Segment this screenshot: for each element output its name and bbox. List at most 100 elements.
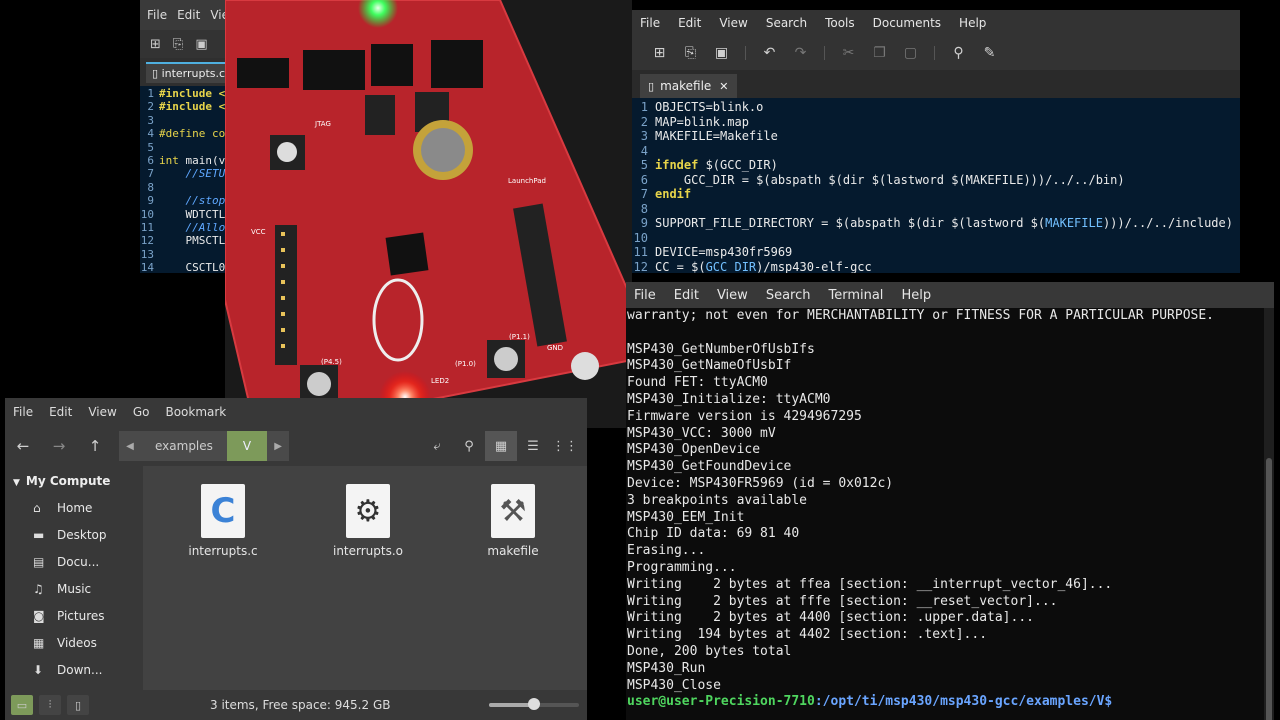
gear-file-icon: ⚙ — [346, 484, 390, 538]
save-icon[interactable]: ▣ — [195, 37, 207, 52]
menu-view[interactable]: View — [717, 288, 748, 303]
code-line: 2 #include < — [140, 100, 232, 113]
menu-view[interactable]: View — [88, 405, 116, 419]
label-p45: (P4.5) — [321, 358, 342, 366]
open-document-icon[interactable]: ⎘ — [173, 37, 183, 52]
toggle-location-icon[interactable]: ⤶ — [421, 431, 453, 461]
file-item[interactable]: ⚙ interrupts.o — [318, 484, 418, 558]
line-number: 8 — [640, 201, 648, 216]
file-icon: ▯ — [152, 66, 162, 80]
menu-view[interactable]: View — [719, 16, 747, 30]
menu-edit[interactable]: Edit — [177, 8, 200, 22]
menu-search[interactable]: Search — [766, 16, 807, 30]
sidebar-item-music[interactable]: ♫ Music — [5, 575, 143, 602]
menu-search[interactable]: Search — [766, 288, 811, 303]
menu-tools[interactable]: Tools — [825, 16, 855, 30]
sidebar-item-down[interactable]: ⬇ Down... — [5, 656, 143, 683]
show-places-icon[interactable]: ▭ — [11, 695, 33, 715]
line-number: 1 — [147, 87, 154, 100]
tab-interrupts-c[interactable]: ▯ interrupts.c — [146, 61, 232, 83]
code-line: 5 ifndef $(GCC_DIR) — [632, 158, 1240, 173]
menu-go[interactable]: Go — [133, 405, 150, 419]
prompt-user: user@user-Precision-7710 — [627, 694, 815, 710]
file-manager-statusbar: ▭ ⫶ ▯ 3 items, Free space: 945.2 GB — [5, 690, 587, 720]
code-area[interactable]: 1 OBJECTS=blink.o 2 MAP=blink.map 3 MAKEFILE=… — [632, 98, 1240, 273]
replace-icon[interactable]: ✎ — [974, 45, 1005, 61]
expander-icon[interactable]: ▼ — [13, 478, 20, 488]
menu-file[interactable]: File — [13, 405, 33, 419]
menu-help[interactable]: Help — [959, 16, 986, 30]
code-line: 6 int main(v — [140, 154, 232, 167]
terminal-line: Firmware version is 4294967295 — [627, 408, 862, 424]
undo-icon[interactable]: ↶ — [754, 45, 785, 61]
code-line: 1 OBJECTS=blink.o — [632, 100, 1240, 115]
code-token: main(v — [185, 153, 226, 167]
sidebar-item-docu[interactable]: ▤ Docu... — [5, 548, 143, 575]
breadcrumb-v[interactable]: V — [226, 431, 268, 461]
menu-edit[interactable]: Edit — [678, 16, 701, 30]
terminal-line: Programming... — [627, 559, 737, 575]
sidebar-item-desktop[interactable]: ▬ Desktop — [5, 521, 143, 548]
menu-file[interactable]: File — [634, 288, 656, 303]
sidebar-item-home[interactable]: ⌂ Home — [5, 494, 143, 521]
back-arrow-icon[interactable]: ← — [5, 437, 41, 455]
sidebar-item-videos[interactable]: ▦ Videos — [5, 629, 143, 656]
close-icon[interactable]: ✕ — [719, 80, 728, 93]
cut-icon[interactable]: ✂ — [833, 45, 864, 61]
code-line: 8 — [140, 181, 232, 194]
sidebar-item-pictures[interactable]: ◙ Pictures — [5, 602, 143, 629]
scrollbar-thumb[interactable] — [1266, 458, 1272, 720]
line-number: 2 — [640, 114, 648, 129]
open-document-icon[interactable]: ⎘ — [675, 45, 706, 61]
breadcrumb-examples[interactable]: examples — [141, 431, 227, 461]
forward-arrow-icon[interactable]: → — [41, 437, 77, 455]
sidebar-item-label: Home — [57, 500, 93, 515]
line-number: 5 — [147, 140, 154, 154]
menu-file[interactable]: File — [147, 8, 167, 22]
code-line: 13 — [140, 248, 232, 261]
terminal-output[interactable]: warranty; not even for MERCHANTABILITY o… — [626, 308, 1264, 720]
menu-edit[interactable]: Edit — [674, 288, 699, 303]
breadcrumb-right-icon[interactable]: ▶ — [267, 431, 290, 461]
list-view-icon[interactable]: ☰ — [517, 431, 549, 461]
search-icon[interactable]: ⚲ — [453, 431, 485, 461]
search-icon[interactable]: ⚲ — [943, 45, 974, 61]
terminal-scrollbar[interactable] — [1264, 308, 1274, 720]
menu-help[interactable]: Help — [901, 288, 931, 303]
menu-file[interactable]: File — [640, 16, 660, 30]
menu-terminal[interactable]: Terminal — [828, 288, 883, 303]
compact-view-icon[interactable]: ⋮⋮ — [549, 431, 581, 461]
terminal-line: MSP430_Run — [627, 660, 706, 676]
hide-sidebar-icon[interactable]: ▯ — [67, 695, 89, 715]
menu-documents[interactable]: Documents — [873, 16, 941, 30]
file-item[interactable]: Cinterrupts.c — [173, 484, 273, 558]
up-arrow-icon[interactable]: ↑ — [77, 437, 113, 455]
menu-bookmarks[interactable]: Bookmark — [165, 405, 226, 419]
paste-icon[interactable]: ▢ — [895, 45, 926, 61]
new-document-icon[interactable]: ⊞ — [644, 45, 675, 61]
new-document-icon[interactable]: ⊞ — [150, 37, 161, 52]
zoom-slider[interactable] — [489, 698, 579, 710]
file-item[interactable]: ⚒ makefile — [463, 484, 563, 558]
code-area[interactable]: 1 #include <2 #include <3 4 #define co 5 6 int … — [140, 86, 232, 273]
tab-makefile[interactable]: ▯ makefile ✕ — [640, 74, 737, 98]
sidebar-section-my-computer[interactable]: ▼ My Compute — [5, 466, 143, 494]
save-icon[interactable]: ▣ — [706, 45, 737, 61]
breadcrumb-left-icon[interactable]: ◀ — [119, 431, 141, 461]
zoom-slider-knob[interactable] — [528, 698, 540, 710]
icon-view-icon[interactable]: ▦ — [485, 431, 517, 461]
code-line: 1 #include < — [140, 87, 232, 100]
code-line: 10 WDTCTL= — [140, 208, 232, 221]
code-token: #define co — [159, 127, 226, 141]
line-number: 14 — [140, 261, 154, 273]
hammer-file-icon: ⚒ — [491, 484, 535, 538]
menu-edit[interactable]: Edit — [49, 405, 72, 419]
copy-icon[interactable]: ❐ — [864, 45, 895, 61]
toolbar-separator — [934, 46, 935, 60]
show-tree-icon[interactable]: ⫶ — [39, 695, 61, 715]
redo-icon[interactable]: ↷ — [785, 45, 816, 61]
line-number: 4 — [640, 143, 648, 158]
terminal-prompt: user@user-Precision-7710:/opt/ti/msp430/… — [626, 694, 1264, 711]
line-number: 3 — [640, 129, 648, 143]
home-icon: ⌂ — [33, 500, 41, 515]
